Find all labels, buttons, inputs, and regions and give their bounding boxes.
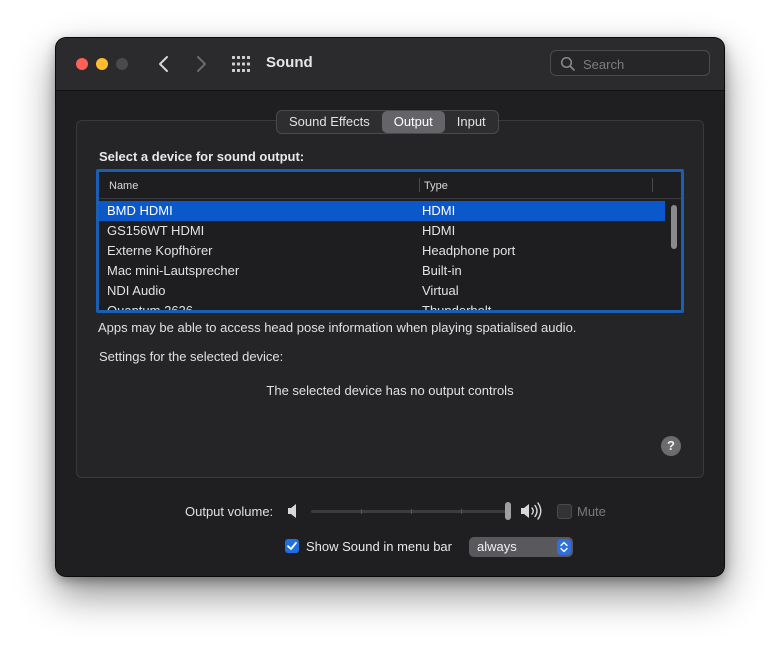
output-volume-slider[interactable] (311, 500, 511, 522)
output-volume-label: Output volume: (185, 504, 274, 519)
device-type: Thunderbolt (422, 303, 492, 313)
tab-bar: Sound Effects Output Input (276, 110, 499, 134)
device-name: GS156WT HDMI (107, 223, 205, 238)
spatial-audio-note: Apps may be able to access head pose inf… (98, 320, 577, 335)
speaker-low-icon (288, 504, 296, 518)
mute-label: Mute (577, 504, 606, 519)
column-divider (652, 178, 653, 192)
table-scrollbar[interactable] (667, 201, 681, 310)
show-in-menu-bar-checkbox[interactable] (285, 539, 299, 553)
device-name: Mac mini-Lautsprecher (107, 263, 240, 278)
device-type: Built-in (422, 263, 462, 278)
device-list: BMD HDMI HDMI GS156WT HDMI HDMI Externe … (99, 201, 665, 313)
chevron-updown-icon (560, 541, 568, 553)
forward-button[interactable] (189, 52, 213, 76)
device-name: Externe Kopfhörer (107, 243, 213, 258)
search-field[interactable] (550, 50, 710, 76)
slider-tick (461, 509, 462, 514)
speaker-high-icon (521, 502, 542, 520)
select-device-label: Select a device for sound output: (99, 149, 305, 164)
table-header: Name Type (99, 172, 681, 199)
grid-icon[interactable] (232, 56, 250, 72)
device-type: Virtual (422, 283, 459, 298)
no-controls-message: The selected device has no output contro… (266, 383, 514, 398)
column-divider (419, 178, 420, 192)
chevron-right-icon (197, 56, 206, 72)
device-type: Headphone port (422, 243, 516, 258)
chevron-left-icon (159, 56, 168, 72)
device-settings-label: Settings for the selected device: (99, 349, 284, 364)
device-name: BMD HDMI (107, 203, 173, 218)
window-title: Sound (266, 54, 313, 71)
minimize-button[interactable] (96, 58, 108, 70)
table-row[interactable]: Quantum 2626 Thunderbolt (99, 301, 665, 313)
table-row[interactable]: Mac mini-Lautsprecher Built-in (99, 261, 665, 281)
sound-preferences-window: Sound Sound Effects Output Input Select … (56, 38, 724, 576)
checkmark-icon (287, 541, 297, 550)
table-row[interactable]: GS156WT HDMI HDMI (99, 221, 665, 241)
popup-value: always (477, 539, 517, 554)
help-button[interactable]: ? (661, 436, 681, 456)
column-header-name[interactable]: Name (109, 180, 138, 192)
slider-tick (411, 509, 412, 514)
device-type: HDMI (422, 223, 456, 238)
device-table[interactable]: Name Type BMD HDMI HDMI GS156WT HDMI HDM… (96, 169, 684, 313)
table-row[interactable]: BMD HDMI HDMI (99, 201, 665, 221)
slider-knob[interactable] (505, 502, 511, 520)
tab-output[interactable]: Output (381, 111, 445, 133)
tab-input[interactable]: Input (445, 111, 498, 133)
device-type: HDMI (422, 203, 456, 218)
show-in-menu-bar-label: Show Sound in menu bar (306, 539, 452, 554)
popup-stepper (557, 539, 571, 555)
title-bar: Sound (56, 38, 724, 91)
search-input[interactable] (581, 54, 705, 74)
table-row[interactable]: Externe Kopfhörer Headphone port (99, 241, 665, 261)
zoom-button[interactable] (116, 58, 128, 70)
device-name: Quantum 2626 (107, 303, 194, 313)
scroll-thumb[interactable] (671, 205, 677, 249)
back-button[interactable] (152, 52, 176, 76)
device-name: NDI Audio (107, 283, 166, 298)
table-row[interactable]: NDI Audio Virtual (99, 281, 665, 301)
mute-checkbox[interactable] (557, 504, 572, 519)
tab-sound-effects[interactable]: Sound Effects (277, 111, 382, 133)
slider-tick (361, 509, 362, 514)
column-header-type[interactable]: Type (424, 180, 448, 192)
close-button[interactable] (76, 58, 88, 70)
menu-bar-visibility-popup[interactable]: always (469, 537, 573, 557)
search-icon (560, 56, 575, 71)
